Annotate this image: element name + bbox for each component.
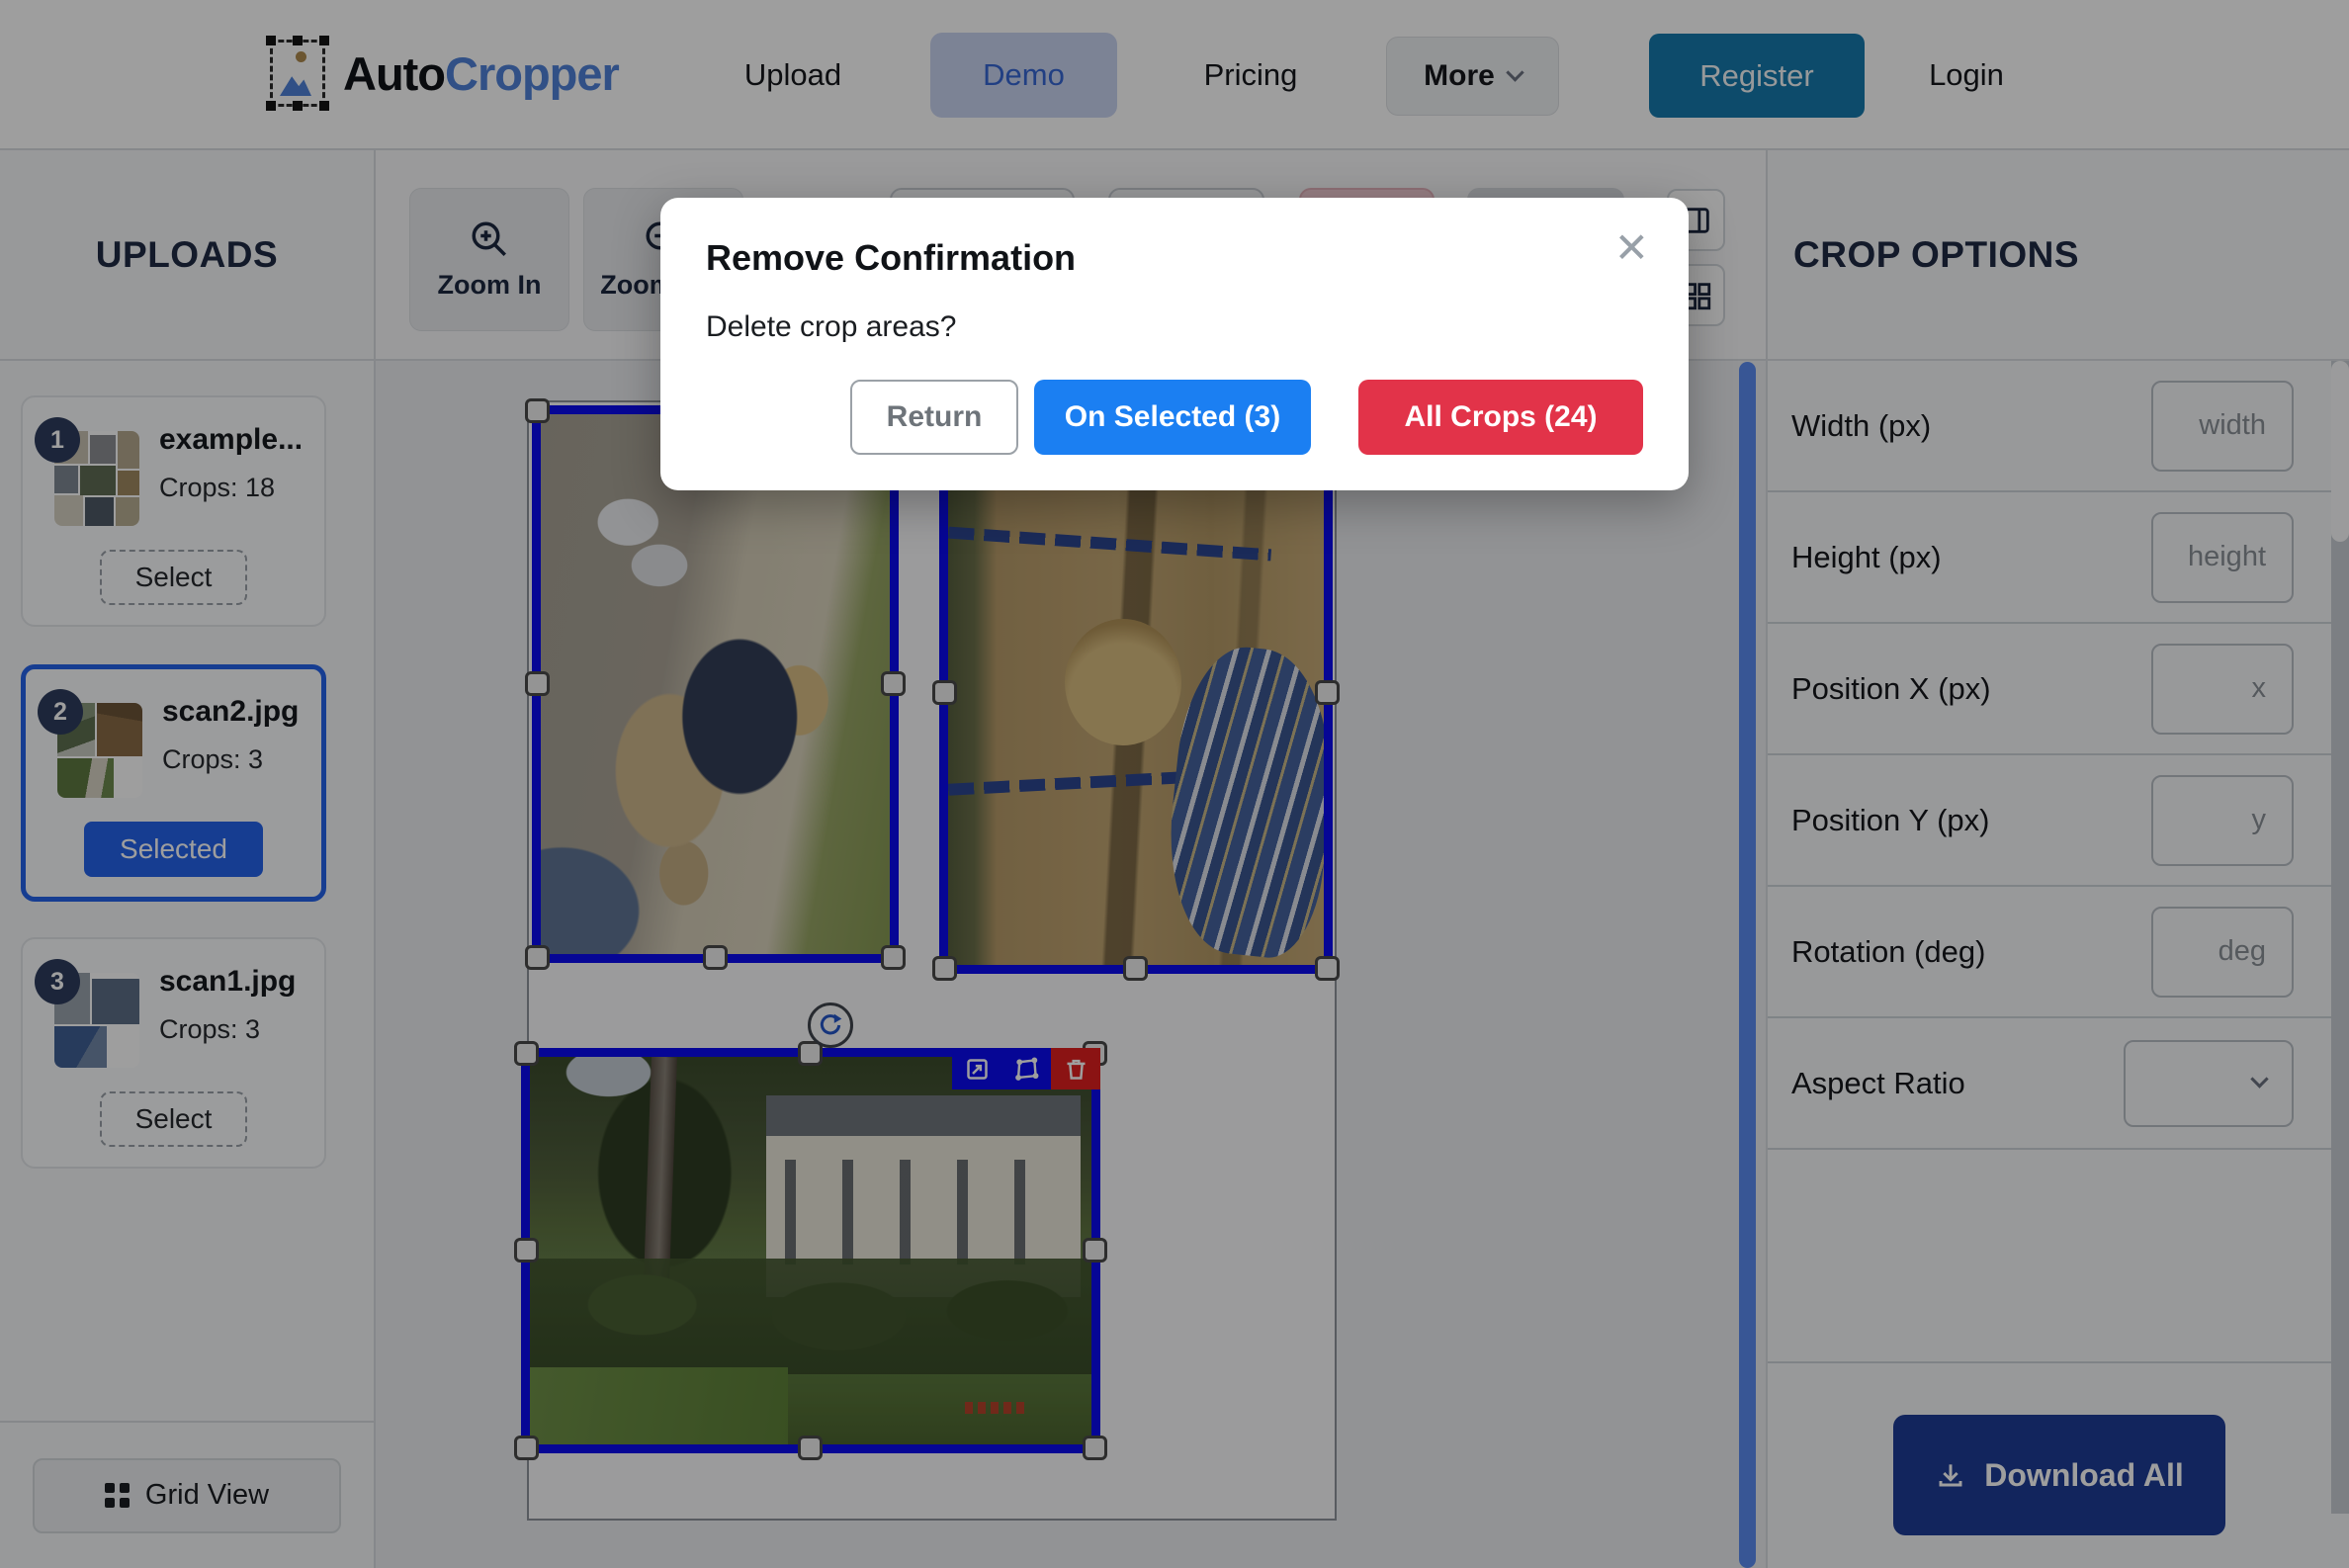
- close-icon[interactable]: ✕: [1614, 227, 1649, 269]
- modal-message: Delete crop areas?: [706, 310, 1643, 344]
- remove-confirmation-modal: ✕ Remove Confirmation Delete crop areas?…: [660, 198, 1689, 490]
- modal-title: Remove Confirmation: [706, 237, 1643, 279]
- delete-on-selected-button[interactable]: On Selected (3): [1034, 380, 1311, 455]
- autocropper-app: AutoCropper Upload Demo Pricing More Reg…: [0, 0, 2349, 1568]
- return-button[interactable]: Return: [850, 380, 1018, 455]
- delete-all-crops-button[interactable]: All Crops (24): [1358, 380, 1643, 455]
- modal-button-row: Return On Selected (3) All Crops (24): [706, 380, 1643, 455]
